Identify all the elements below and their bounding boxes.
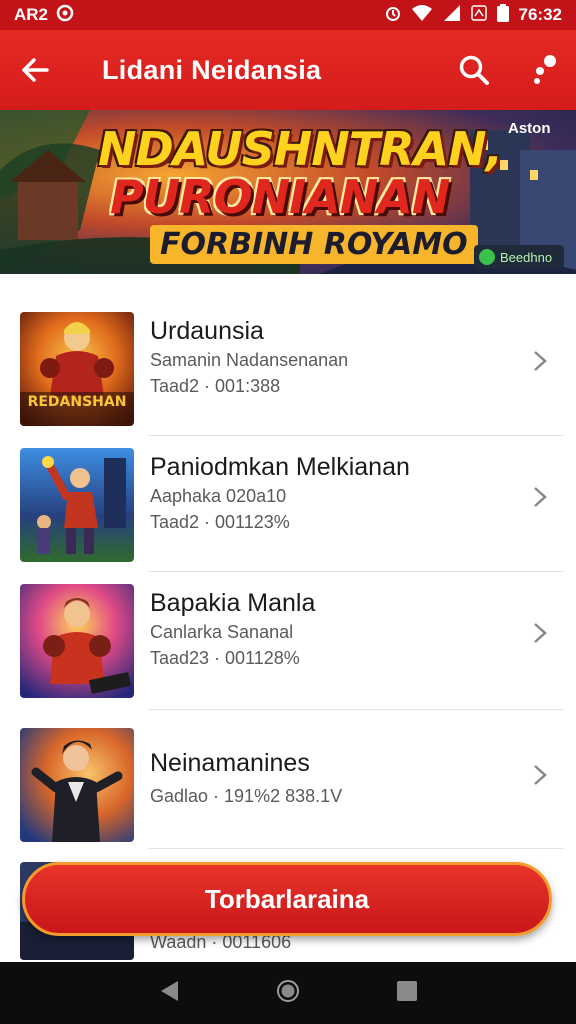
item-meta: Taad2 · 001:388 bbox=[150, 376, 281, 396]
list-item[interactable]: Neinamanines Gadlao · 191%2 838.1V bbox=[0, 726, 576, 862]
recents-square-icon[interactable] bbox=[396, 980, 418, 1007]
more-options-button[interactable] bbox=[522, 46, 566, 94]
item-thumbnail bbox=[20, 448, 134, 562]
item-thumbnail bbox=[20, 728, 134, 842]
alarm-icon bbox=[385, 4, 401, 27]
more-icon bbox=[534, 55, 556, 84]
divider bbox=[148, 435, 564, 436]
divider bbox=[148, 848, 564, 849]
list-item[interactable]: REDANSHAN Urdaunsia Samanin Nadansenanan… bbox=[0, 310, 576, 446]
item-title: Paniodmkan Melkianan bbox=[150, 453, 410, 481]
status-right: 76:32 bbox=[385, 3, 562, 27]
search-button[interactable] bbox=[452, 48, 496, 92]
item-title: Neinamanines bbox=[150, 749, 310, 777]
chevron-right-icon bbox=[528, 482, 552, 512]
chevron-right-icon bbox=[528, 618, 552, 648]
chevron-right-icon bbox=[528, 760, 552, 790]
notification-icon bbox=[56, 4, 74, 27]
item-subtitle: Canlarka Sananal bbox=[150, 622, 294, 642]
banner-corner-label: Aston bbox=[508, 120, 551, 137]
banner-badge[interactable]: Beedhno bbox=[474, 245, 564, 269]
status-bar: AR2 76:32 bbox=[0, 0, 576, 30]
item-meta: Taad23 · 001128% bbox=[150, 648, 300, 668]
search-icon bbox=[459, 55, 489, 85]
chevron-right-icon bbox=[528, 346, 552, 376]
item-title: Urdaunsia bbox=[150, 317, 264, 345]
item-thumbnail bbox=[20, 584, 134, 698]
banner-headline: NDAUSHNTRAN, bbox=[98, 122, 503, 176]
data-icon bbox=[470, 4, 487, 27]
home-circle-icon[interactable] bbox=[275, 978, 301, 1009]
banner-subheadline: PURONIANAN bbox=[110, 170, 450, 224]
thumbnail-caption: REDANSHAN bbox=[27, 394, 127, 410]
list-item[interactable]: Paniodmkan Melkianan Aaphaka 020a10 Taad… bbox=[0, 446, 576, 582]
primary-action-button[interactable]: Torbarlaraina bbox=[22, 862, 552, 936]
back-button[interactable] bbox=[0, 30, 70, 110]
divider bbox=[148, 571, 564, 572]
signal-icon bbox=[443, 4, 461, 27]
status-left: AR2 bbox=[14, 4, 74, 27]
item-title: Bapakia Manla bbox=[150, 589, 316, 617]
banner-badge-label: Beedhno bbox=[500, 249, 553, 265]
item-subtitle: Aaphaka 020a10 bbox=[150, 486, 287, 506]
list-item[interactable]: Bapakia Manla Canlarka Sananal Taad23 · … bbox=[0, 582, 576, 718]
app-bar: Lidani Neidansia bbox=[0, 30, 576, 110]
page-title: Lidani Neidansia bbox=[102, 54, 322, 85]
item-thumbnail: REDANSHAN bbox=[20, 312, 134, 426]
play-icon bbox=[479, 249, 495, 265]
system-nav-bar bbox=[0, 962, 576, 1024]
clock: 76:32 bbox=[518, 5, 562, 24]
wifi-icon bbox=[411, 4, 433, 27]
primary-action-label: Torbarlaraina bbox=[204, 883, 370, 914]
item-subtitle: Gadlao · 191%2 838.1V bbox=[150, 786, 343, 806]
battery-icon bbox=[496, 3, 509, 27]
item-meta: Taad2 · 001123% bbox=[150, 512, 290, 532]
banner-tagline: FORBINH ROYAMO bbox=[150, 225, 478, 264]
divider bbox=[148, 709, 564, 710]
back-arrow-icon bbox=[22, 58, 49, 82]
item-subtitle: Samanin Nadansenanan bbox=[150, 350, 349, 370]
carrier-label: AR2 bbox=[14, 5, 49, 24]
back-triangle-icon[interactable] bbox=[158, 979, 180, 1008]
